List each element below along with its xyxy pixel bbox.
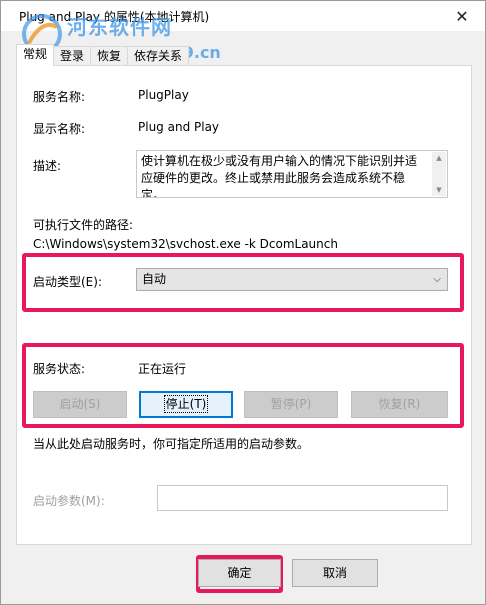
window-title: Plug and Play 的属性(本地计算机)	[19, 10, 210, 24]
close-button[interactable]: ✕	[439, 1, 485, 31]
description-box[interactable]: 使计算机在极少或没有用户输入的情况下能识别并适应硬件的更改。终止或禁用此服务会造…	[136, 150, 448, 198]
scroll-down-icon[interactable]: ▼	[432, 184, 446, 196]
tab-label: 依存关系	[134, 49, 183, 63]
service-properties-dialog: Plug and Play 的属性(本地计算机) ✕ 河东软件网 www.pc0…	[0, 0, 486, 605]
general-tab-panel	[16, 65, 472, 545]
exe-path-label: 可执行文件的路径:	[33, 218, 134, 232]
startup-type-select[interactable]: 自动 ⌵	[136, 268, 448, 291]
service-status-label: 服务状态:	[33, 362, 86, 376]
start-button[interactable]: 启动(S)	[33, 391, 127, 418]
startup-type-value: 自动	[142, 272, 167, 286]
service-name-label: 服务名称:	[33, 90, 86, 104]
tab-strip: 常规 登录 恢复 依存关系	[16, 44, 190, 66]
start-params-input[interactable]	[157, 485, 448, 511]
start-params-label: 启动参数(M):	[33, 494, 105, 508]
description-text: 使计算机在极少或没有用户输入的情况下能识别并适应硬件的更改。终止或禁用此服务会造…	[141, 154, 418, 198]
tab-general[interactable]: 常规	[16, 44, 55, 66]
tab-label: 登录	[60, 49, 85, 63]
description-label: 描述:	[33, 159, 62, 173]
exe-path-value: C:\Windows\system32\svchost.exe -k DcomL…	[33, 237, 338, 251]
service-name-value: PlugPlay	[138, 88, 189, 102]
pause-button[interactable]: 暂停(P)	[244, 391, 338, 418]
close-icon: ✕	[455, 6, 469, 26]
start-params-hint: 当从此处启动服务时，你可指定所适用的启动参数。	[33, 437, 310, 451]
tab-logon[interactable]: 登录	[53, 46, 92, 66]
stop-button-label: 停止(T)	[163, 395, 209, 413]
resume-button[interactable]: 恢复(R)	[351, 391, 448, 418]
tab-dependencies[interactable]: 依存关系	[127, 46, 190, 66]
display-name-value: Plug and Play	[138, 120, 220, 134]
stop-button[interactable]: 停止(T)	[139, 391, 233, 418]
tab-label: 常规	[23, 47, 48, 61]
chevron-down-icon: ⌵	[433, 274, 441, 285]
title-bar: Plug and Play 的属性(本地计算机) ✕	[1, 1, 485, 31]
description-scrollbar[interactable]: ▲ ▼	[432, 152, 446, 196]
ok-button[interactable]: 确定	[198, 559, 281, 587]
scroll-up-icon[interactable]: ▲	[432, 152, 446, 164]
cancel-button[interactable]: 取消	[292, 559, 378, 587]
service-status-value: 正在运行	[138, 362, 187, 376]
display-name-label: 显示名称:	[33, 122, 86, 136]
tab-label: 恢复	[97, 49, 122, 63]
startup-type-label: 启动类型(E):	[33, 275, 102, 289]
tab-recovery[interactable]: 恢复	[90, 46, 129, 66]
